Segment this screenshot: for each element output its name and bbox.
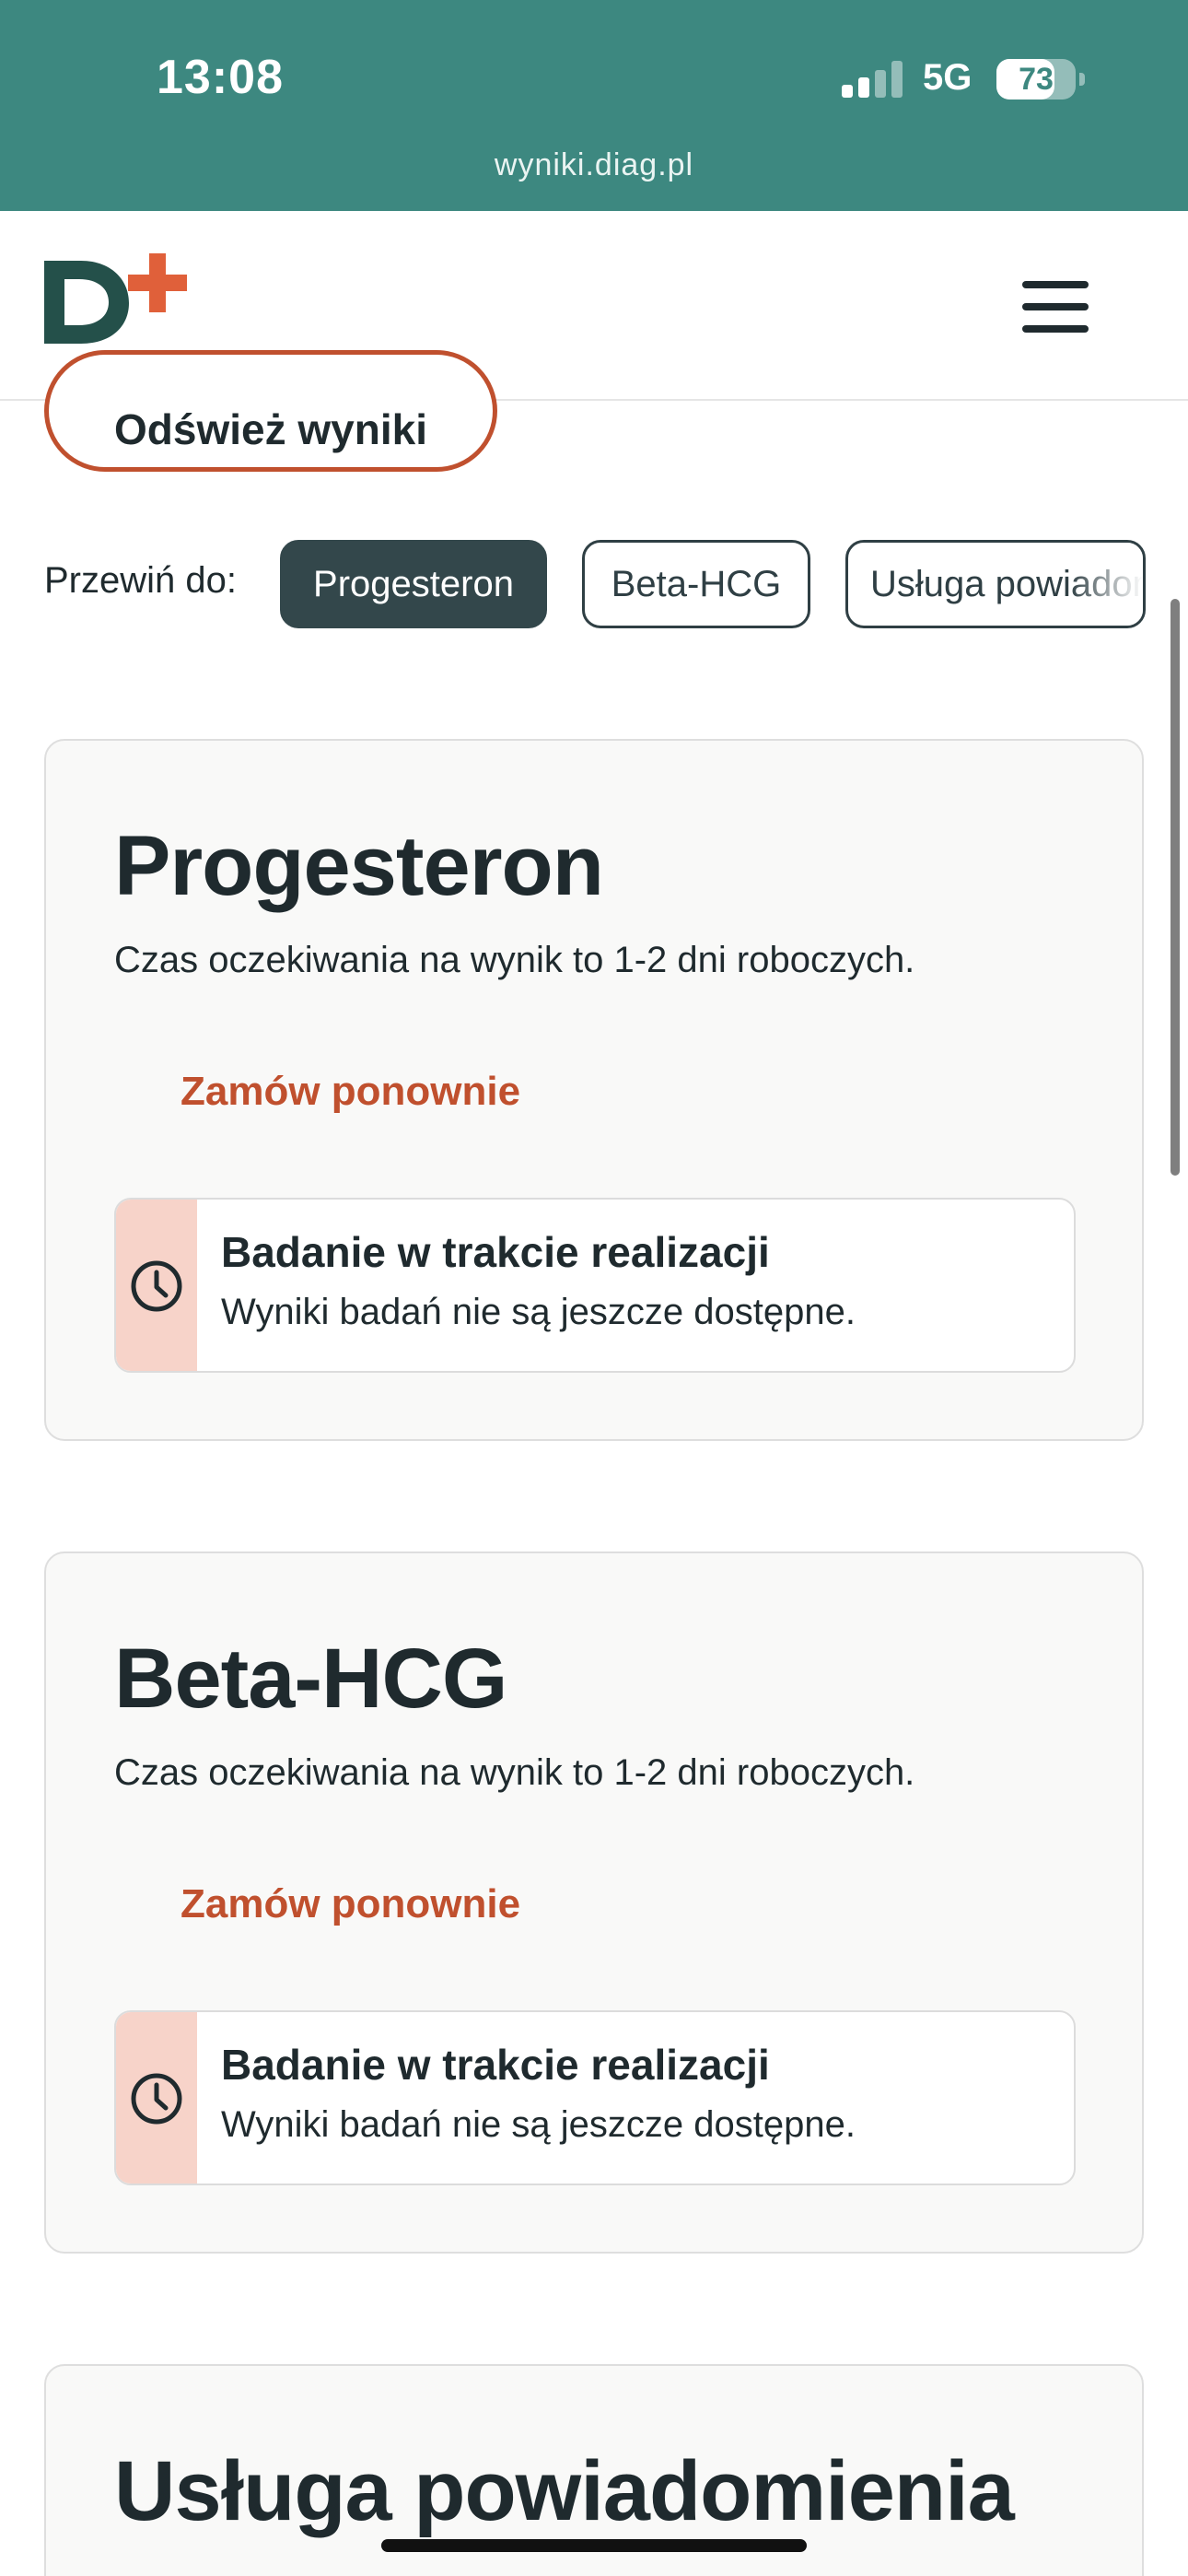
clock-icon (131, 2073, 182, 2125)
diagnostyka-logo-icon[interactable] (44, 253, 201, 345)
battery-icon: 73 (996, 59, 1085, 100)
card-waiting-time: Czas oczekiwania na wynik to 1-2 dni rob… (114, 1752, 915, 1793)
jump-chip-progesteron[interactable]: Progesteron (280, 540, 547, 628)
card-title: Beta-HCG (114, 1632, 507, 1726)
card-title: Progesteron (114, 819, 604, 913)
signal-strength-icon (842, 61, 906, 98)
jump-to-label: Przewiń do: (44, 560, 237, 601)
reorder-link[interactable]: Zamów ponownie (181, 1881, 520, 1927)
status-time: 13:08 (157, 51, 284, 104)
jump-chip-sms-notification[interactable]: Usługa powiadomienia (845, 540, 1146, 628)
hamburger-menu-icon[interactable] (1017, 275, 1094, 340)
clock-icon (131, 1260, 182, 1312)
jump-to-navigation: Przewiń do: Progesteron Beta-HCG Usługa … (0, 540, 1188, 628)
test-card-progesteron: Progesteron Czas oczekiwania na wynik to… (44, 739, 1144, 1441)
network-type: 5G (923, 57, 973, 98)
address-bar-url[interactable]: wyniki.diag.pl (0, 147, 1188, 183)
test-card-beta-hcg: Beta-HCG Czas oczekiwania na wynik to 1-… (44, 1551, 1144, 2254)
scrollbar[interactable] (1171, 599, 1180, 1176)
status-title: Badanie w trakcie realizacji (221, 1228, 770, 1276)
status-text: Wyniki badań nie są jeszcze dostępne. (221, 1292, 856, 1332)
page: 13:08 5G 73 wyniki.diag.pl Odśwież wynik… (0, 0, 1188, 2576)
reorder-link[interactable]: Zamów ponownie (181, 1069, 520, 1115)
status-text: Wyniki badań nie są jeszcze dostępne. (221, 2104, 856, 2145)
card-waiting-time: Czas oczekiwania na wynik to 1-2 dni rob… (114, 940, 915, 980)
jump-chip-beta-hcg[interactable]: Beta-HCG (582, 540, 810, 628)
home-indicator[interactable] (381, 2539, 807, 2552)
refresh-results-button[interactable]: Odśwież wyniki (44, 350, 497, 472)
status-stripe (116, 1200, 197, 1371)
status-box: Badanie w trakcie realizacji Wyniki bada… (114, 1198, 1076, 1373)
card-title: Usługa powiadomienia (114, 2444, 1015, 2538)
status-box: Badanie w trakcie realizacji Wyniki bada… (114, 2010, 1076, 2185)
status-stripe (116, 2012, 197, 2184)
battery-percent: 73 (1019, 62, 1054, 97)
browser-status-bar: 13:08 5G 73 wyniki.diag.pl (0, 0, 1188, 211)
status-title: Badanie w trakcie realizacji (221, 2041, 770, 2089)
